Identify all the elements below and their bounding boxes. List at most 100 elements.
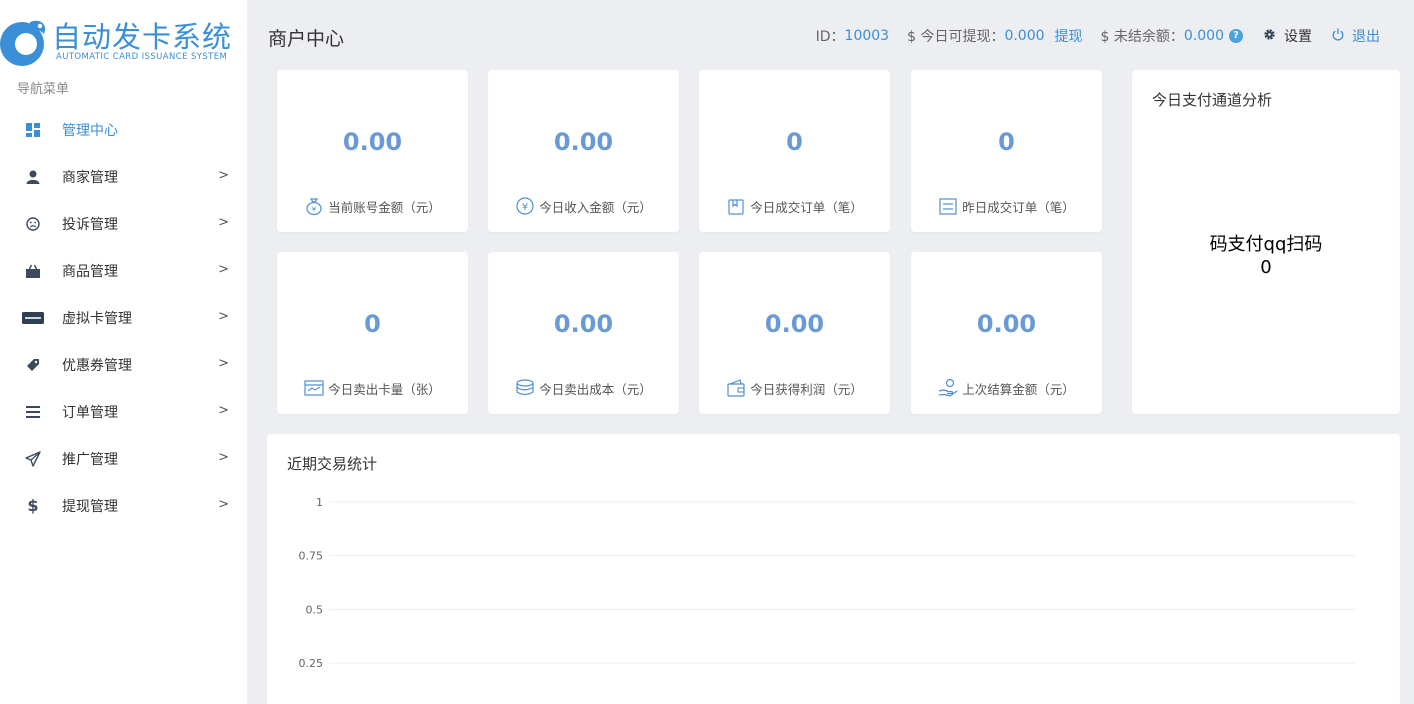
- unsettled-value: 0.000: [1183, 28, 1224, 44]
- chevron-right-icon: >: [218, 403, 229, 418]
- logo-mark-icon: [0, 20, 46, 66]
- header-info-bar: ID： 10003 $ 今日可提现： 0.000 提现 $ 未结余额： 0.00…: [798, 26, 1380, 46]
- logout-button[interactable]: 退出: [1332, 26, 1380, 46]
- sidebar-item-label: 商品管理: [62, 263, 118, 280]
- sidebar-item-virtual-cards[interactable]: 虚拟卡管理 >: [0, 294, 247, 341]
- payment-channel-panel: 今日支付通道分析 码支付qq扫码 0: [1132, 70, 1400, 414]
- sidebar-item-label: 订单管理: [62, 404, 118, 421]
- sidebar-item-label: 推广管理: [62, 451, 118, 468]
- stat-value: 0.00: [553, 128, 614, 156]
- stat-label: 今日卖出成本（元）: [539, 381, 652, 397]
- stat-label: 今日收入金额（元）: [539, 199, 652, 215]
- stat-card-today-orders: 0 今日成交订单（笔）: [699, 70, 890, 232]
- stat-label-row: 今日卖出成本（元）: [488, 378, 679, 398]
- stat-label-row: 今日成交订单（笔）: [699, 196, 890, 216]
- chevron-right-icon: >: [218, 356, 229, 371]
- brand-logo[interactable]: 自动发卡系统 AUTOMATIC CARD ISSUANCE SYSTEM: [0, 8, 247, 72]
- brand-subtitle: AUTOMATIC CARD ISSUANCE SYSTEM: [56, 52, 228, 62]
- panel-title: 今日支付通道分析: [1152, 91, 1273, 109]
- sidebar-item-products[interactable]: 商品管理 >: [0, 247, 247, 294]
- withdrawable-label: $ 今日可提现：: [907, 29, 1005, 45]
- payment-channel-name: 码支付qq扫码: [1209, 234, 1323, 255]
- settings-button[interactable]: 设置: [1263, 26, 1312, 46]
- stat-value: 0.00: [976, 310, 1037, 338]
- chevron-right-icon: >: [218, 168, 229, 183]
- stat-card-yesterday-orders: 0 昨日成交订单（笔）: [911, 70, 1102, 232]
- frown-icon: [22, 215, 44, 233]
- sidebar-item-label: 管理中心: [62, 122, 118, 139]
- sidebar-item-label: 提现管理: [62, 498, 118, 515]
- y-tick-label: 0.25: [299, 657, 324, 670]
- stat-label-row: 今日卖出卡量（张）: [277, 378, 468, 398]
- list-icon: [22, 403, 44, 421]
- shopping-bag-icon: [22, 262, 44, 280]
- stat-value: 0: [998, 128, 1015, 156]
- user-icon: [22, 168, 44, 186]
- y-tick-label: 0.5: [306, 603, 324, 616]
- chevron-right-icon: >: [218, 309, 229, 324]
- withdrawable-value: 0.000: [1004, 28, 1045, 44]
- stat-card-last-settlement: 0.00 上次结算金额（元）: [911, 252, 1102, 414]
- sidebar: 自动发卡系统 AUTOMATIC CARD ISSUANCE SYSTEM 导航…: [0, 0, 247, 704]
- money-bag-icon: ¥: [304, 196, 324, 216]
- unsettled-label: $ 未结余额：: [1100, 29, 1184, 45]
- y-tick-label: 0.75: [299, 550, 324, 563]
- stat-value: 0.00: [764, 310, 825, 338]
- dollar-icon: $: [27, 496, 39, 515]
- sidebar-item-withdrawals[interactable]: $ 提现管理 >: [0, 482, 247, 529]
- stat-label-row: 今日获得利润（元）: [699, 378, 890, 398]
- coin-stack-icon: [515, 378, 535, 398]
- sidebar-item-merchants[interactable]: 商家管理 >: [0, 153, 247, 200]
- yen-coin-icon: ¥: [515, 196, 535, 216]
- sidebar-item-label: 商家管理: [62, 169, 118, 186]
- stat-label-row: ¥ 今日收入金额（元）: [488, 196, 679, 216]
- chevron-right-icon: >: [218, 262, 229, 277]
- stat-value: 0: [364, 310, 381, 338]
- stat-label-row: 上次结算金额（元）: [911, 378, 1102, 398]
- stat-label: 昨日成交订单（笔）: [962, 199, 1075, 215]
- sidebar-item-label: 优惠券管理: [62, 357, 132, 374]
- card-icon: [304, 378, 324, 398]
- stat-card-account-balance: 0.00 ¥ 当前账号金额（元）: [277, 70, 468, 232]
- sidebar-item-complaints[interactable]: 投诉管理 >: [0, 200, 247, 247]
- chevron-right-icon: >: [218, 450, 229, 465]
- stat-label: 今日卖出卡量（张）: [328, 381, 441, 397]
- sidebar-nav: 管理中心 商家管理 > 投诉管理 > 商品管理 > 虚拟卡管理 > 优惠券管理 …: [0, 106, 247, 529]
- withdrawable-today: $ 今日可提现： 0.000 提现: [907, 26, 1082, 46]
- ticket-icon: [22, 356, 44, 374]
- chevron-right-icon: >: [218, 215, 229, 230]
- credit-card-icon: [22, 309, 44, 327]
- receipt-icon: [938, 196, 958, 216]
- stat-label: 今日获得利润（元）: [750, 381, 863, 397]
- stat-card-profit: 0.00 今日获得利润（元）: [699, 252, 890, 414]
- stat-label: 当前账号金额（元）: [328, 199, 441, 215]
- unsettled-balance: $ 未结余额： 0.000 ?: [1101, 26, 1243, 46]
- payment-channel-value: 0: [1260, 257, 1272, 278]
- dashboard-icon: [22, 121, 44, 139]
- sidebar-item-orders[interactable]: 订单管理 >: [0, 388, 247, 435]
- chevron-right-icon: >: [218, 497, 229, 512]
- withdraw-link[interactable]: 提现: [1055, 26, 1083, 46]
- merchant-id: ID： 10003: [816, 26, 889, 46]
- help-icon[interactable]: ?: [1229, 29, 1243, 43]
- stat-value: 0.00: [342, 128, 403, 156]
- stat-value: 0.00: [553, 310, 614, 338]
- sidebar-item-coupons[interactable]: 优惠券管理 >: [0, 341, 247, 388]
- gear-icon: [1263, 28, 1276, 45]
- stat-label: 上次结算金额（元）: [962, 381, 1075, 397]
- stat-label-row: 昨日成交订单（笔）: [911, 196, 1102, 216]
- stat-card-cost-sold: 0.00 今日卖出成本（元）: [488, 252, 679, 414]
- order-bag-icon: [726, 196, 746, 216]
- sidebar-item-dashboard[interactable]: 管理中心: [0, 106, 247, 153]
- brand-title: 自动发卡系统: [52, 20, 233, 54]
- sidebar-item-label: 虚拟卡管理: [62, 310, 132, 327]
- transaction-trend-chart: 1 0.75 0.5 0.25: [299, 496, 1355, 670]
- svg-text:¥: ¥: [522, 202, 528, 213]
- svg-text:¥: ¥: [312, 206, 317, 214]
- nav-menu-title: 导航菜单: [17, 82, 70, 97]
- stat-label-row: ¥ 当前账号金额（元）: [277, 196, 468, 216]
- top-header: 商户中心 ID： 10003 $ 今日可提现： 0.000 提现 $ 未结余额：…: [247, 0, 1414, 70]
- sidebar-item-promotion[interactable]: 推广管理 >: [0, 435, 247, 482]
- sidebar-item-label: 投诉管理: [62, 216, 118, 233]
- stat-card-today-income: 0.00 ¥ 今日收入金额（元）: [488, 70, 679, 232]
